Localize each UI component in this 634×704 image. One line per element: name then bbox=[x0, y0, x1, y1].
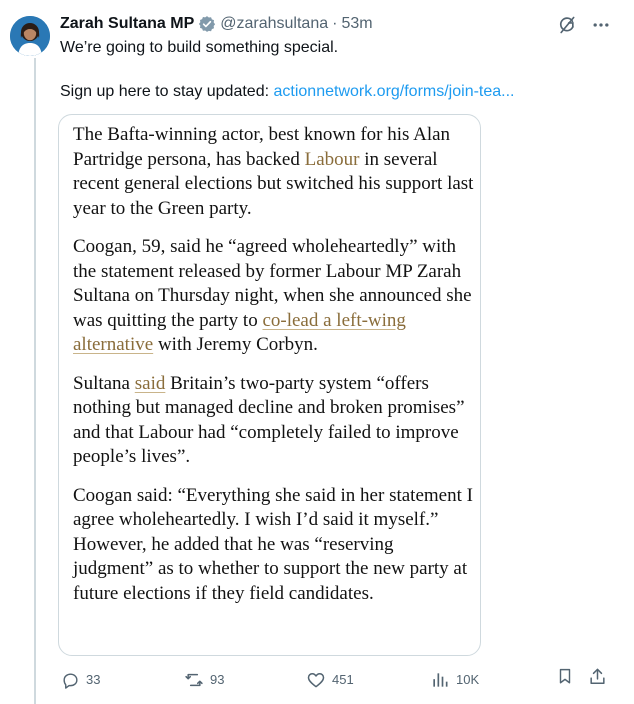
timestamp[interactable]: 53m bbox=[341, 13, 372, 35]
article-p3-text-b: Britain’s two-party system “offers nothi… bbox=[73, 372, 465, 468]
article-p2-text-b: with Jeremy Corbyn. bbox=[157, 334, 318, 355]
thread-line bbox=[34, 58, 36, 704]
article-paragraph-2: Coogan, 59, said he “agreed wholehearted… bbox=[73, 235, 475, 358]
reply-count: 33 bbox=[86, 672, 101, 687]
article-link-said[interactable]: said bbox=[135, 373, 166, 394]
signup-prefix: Sign up here to stay updated: bbox=[60, 83, 270, 100]
like-button[interactable]: 451 bbox=[306, 666, 354, 694]
reply-icon bbox=[60, 670, 80, 690]
signup-link[interactable]: actionnetwork.org/forms/join-tea... bbox=[274, 83, 515, 100]
article-screenshot-card[interactable]: The Bafta-winning actor, best known for … bbox=[58, 114, 481, 656]
bookmark-button[interactable] bbox=[555, 666, 575, 686]
like-count: 451 bbox=[332, 672, 354, 687]
top-actions bbox=[556, 14, 612, 36]
author-handle[interactable]: @zarahsultana bbox=[220, 13, 328, 35]
verified-badge-icon bbox=[198, 15, 216, 33]
more-icon[interactable] bbox=[590, 14, 612, 36]
article-p3-text-a: Sultana bbox=[73, 372, 130, 394]
author-name[interactable]: Zarah Sultana MP bbox=[60, 13, 194, 35]
article-paragraph-4: Coogan said: “Everything she said in her… bbox=[73, 484, 473, 604]
article-paragraph-3: Sultana said Britain’s two-party system … bbox=[73, 372, 475, 470]
share-button[interactable] bbox=[587, 666, 607, 686]
repost-count: 93 bbox=[210, 672, 225, 687]
article-link-labour[interactable]: Labour bbox=[305, 149, 360, 170]
separator-dot: · bbox=[332, 15, 338, 32]
reply-button[interactable]: 33 bbox=[60, 666, 100, 694]
article-paragraph-1: The Bafta-winning actor, best known for … bbox=[73, 123, 475, 221]
like-icon bbox=[306, 670, 326, 690]
views-count: 10K bbox=[456, 672, 480, 687]
share-icon bbox=[587, 666, 607, 686]
views-icon bbox=[430, 670, 450, 690]
avatar[interactable] bbox=[10, 16, 50, 56]
tweet-text-line-1: We’re going to build something special. bbox=[60, 39, 339, 56]
grok-icon[interactable] bbox=[556, 14, 578, 36]
views-button[interactable]: 10K bbox=[430, 666, 479, 694]
tweet-header: Zarah Sultana MP @zarahsultana · 53m bbox=[60, 13, 373, 35]
repost-icon bbox=[184, 670, 204, 690]
bookmark-icon bbox=[555, 666, 575, 686]
tweet-actions-bar: 33 93 451 10K bbox=[60, 666, 615, 694]
tweet-text-line-2: Sign up here to stay updated: actionnetw… bbox=[60, 82, 515, 102]
repost-button[interactable]: 93 bbox=[184, 666, 224, 694]
article-body: The Bafta-winning actor, best known for … bbox=[73, 123, 475, 620]
